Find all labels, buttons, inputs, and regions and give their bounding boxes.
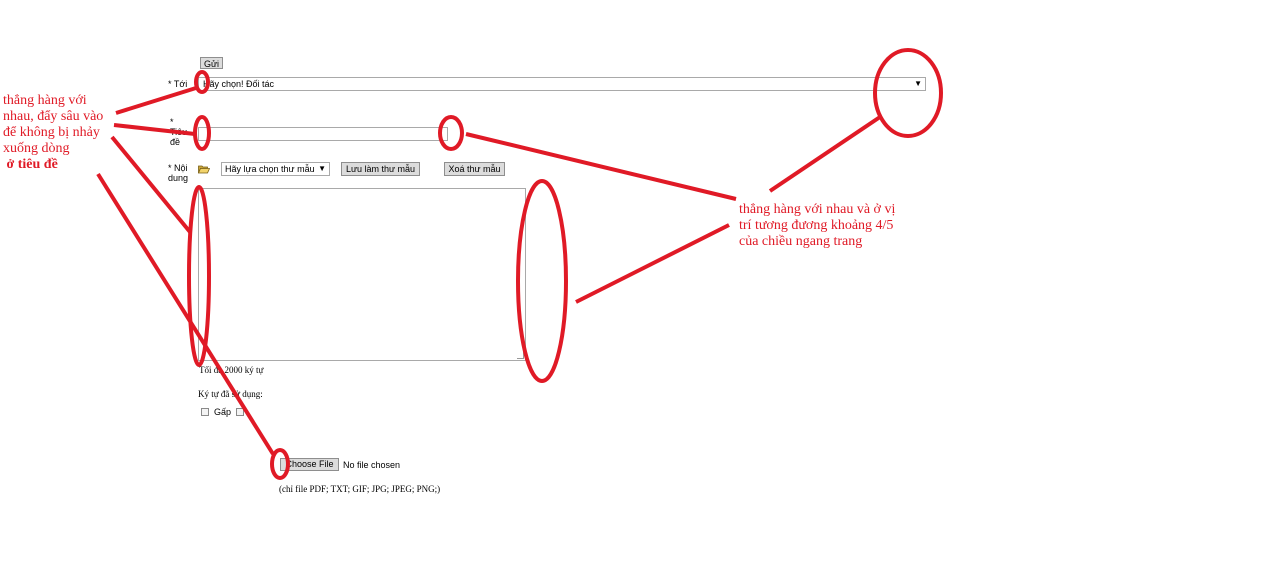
annotation-right-note: thẳng hàng với nhau và ở vị trí tương đư… <box>739 202 896 249</box>
annotation-circle-subject-left <box>193 115 211 151</box>
annotation-circle-textarea-right <box>516 179 568 383</box>
annotation-overlay <box>96 48 943 480</box>
annotation-left-note: thẳng hàng với nhau, đẩy sâu vào để khôn… <box>3 93 104 172</box>
annotation-circle-to <box>194 70 210 94</box>
annotation-circle-select-end <box>873 48 943 138</box>
annotation-circle-file <box>270 448 290 480</box>
annotation-circle-subject-right <box>438 115 464 151</box>
